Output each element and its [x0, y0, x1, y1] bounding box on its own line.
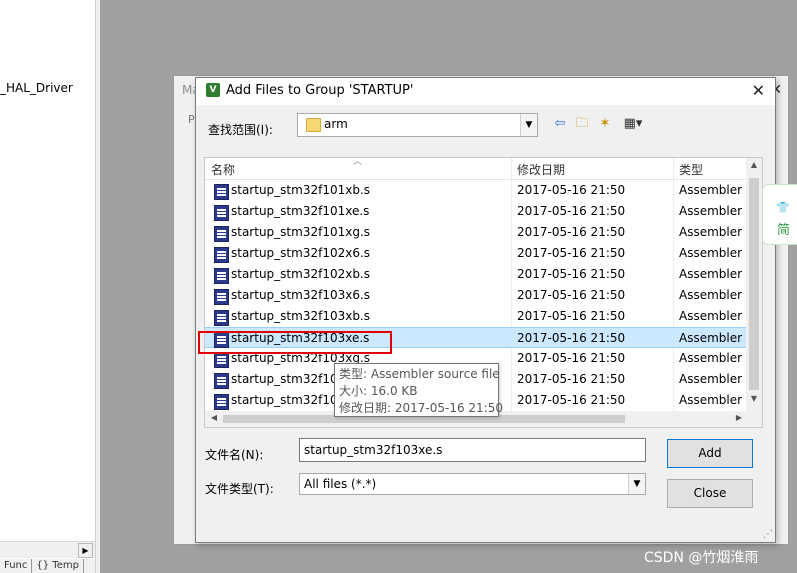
close-dialog-button[interactable]: Close	[667, 479, 753, 508]
chevron-down-icon[interactable]: ▼	[520, 114, 537, 136]
file-asm-icon	[214, 352, 229, 368]
back-icon[interactable]: ⇦	[551, 116, 569, 132]
resize-grip-icon[interactable]: ⋰	[763, 529, 773, 540]
file-date: 2017-05-16 21:50	[517, 246, 626, 260]
scrollbar-thumb[interactable]	[749, 178, 759, 390]
project-panel: _HAL_Driver ▶ Func{} Temp	[0, 0, 96, 573]
file-asm-icon	[214, 394, 229, 410]
look-in-label: 查找范围(I):	[208, 123, 273, 137]
file-asm-icon	[214, 289, 229, 305]
file-type: Assembler s	[679, 225, 745, 239]
add-button[interactable]: Add	[667, 439, 753, 468]
file-type: Assembler s	[679, 331, 745, 345]
file-name: startup_stm32f101xg.s	[231, 225, 371, 239]
tooltip-size: 大小: 16.0 KB	[339, 384, 418, 398]
column-header-name[interactable]: 名称	[211, 161, 235, 178]
file-name: startup_stm32f101xb.s	[231, 183, 371, 197]
tab-templates[interactable]: {} Temp	[32, 559, 84, 573]
file-type-value: All files (*.*)	[304, 477, 377, 491]
file-type: Assembler s	[679, 204, 745, 218]
view-menu-icon[interactable]: ▦▾	[620, 116, 646, 132]
folder-icon	[306, 118, 321, 132]
scroll-right-icon[interactable]: ▶	[78, 543, 93, 558]
look-in-dropdown[interactable]: arm ▼	[297, 113, 538, 137]
file-date: 2017-05-16 21:50	[517, 204, 626, 218]
file-date: 2017-05-16 21:50	[517, 267, 626, 281]
chevron-down-icon[interactable]: ▼	[628, 474, 645, 494]
splitter[interactable]	[96, 0, 100, 573]
side-widget[interactable]: 👕 简	[762, 184, 797, 245]
column-header-type[interactable]: 类型	[679, 161, 703, 178]
file-name: startup_stm32f103xb.s	[231, 309, 371, 323]
file-row[interactable]: startup_stm32f101xe.s 2017-05-16 21:50 Ass…	[205, 201, 746, 222]
panel-tabs: Func{} Temp	[0, 559, 95, 573]
file-type-label: 文件类型(T):	[205, 482, 274, 496]
tooltip-modified: 修改日期: 2017-05-16 21:50	[339, 401, 503, 415]
file-row[interactable]: startup_stm32f103xb.s 2017-05-16 21:50 Ass…	[205, 306, 746, 327]
file-date: 2017-05-16 21:50	[517, 331, 626, 345]
file-date: 2017-05-16 21:50	[517, 372, 626, 386]
file-name-input[interactable]	[299, 438, 646, 462]
up-folder-icon[interactable]: 🗀	[573, 116, 591, 132]
file-row[interactable]: startup_stm32f101xb.s 2017-05-16 21:50 Ass…	[205, 180, 746, 201]
project-tree-item[interactable]: _HAL_Driver	[0, 81, 73, 95]
dialog-title: Add Files to Group 'STARTUP'	[226, 83, 414, 98]
file-type: Assembler s	[679, 393, 745, 407]
add-files-dialog: V Add Files to Group 'STARTUP' ✕ 查找范围(I)…	[195, 77, 776, 543]
close-icon[interactable]: ✕	[752, 81, 765, 100]
file-type: Assembler s	[679, 183, 745, 197]
shirt-icon: 👕	[776, 201, 790, 214]
side-widget-label: 简	[777, 223, 791, 238]
file-date: 2017-05-16 21:50	[517, 225, 626, 239]
scroll-right-icon[interactable]: ▶	[732, 413, 746, 425]
file-asm-icon	[214, 373, 229, 389]
horizontal-scrollbar[interactable]: ▶	[0, 541, 95, 558]
file-type: Assembler s	[679, 351, 745, 365]
scroll-down-icon[interactable]: ▼	[746, 394, 762, 408]
sort-indicator-icon: ︿	[353, 157, 363, 167]
file-name: startup_stm32f101xe.s	[231, 204, 370, 218]
file-type: Assembler s	[679, 372, 745, 386]
file-asm-icon	[214, 247, 229, 263]
file-name: startup_stm32f103x6.s	[231, 288, 371, 302]
file-type-dropdown[interactable]: All files (*.*) ▼	[299, 473, 646, 495]
file-asm-icon	[214, 226, 229, 242]
file-date: 2017-05-16 21:50	[517, 288, 626, 302]
close-button[interactable]: ✕	[752, 81, 765, 100]
scroll-up-icon[interactable]: ▲	[746, 160, 762, 174]
file-asm-icon	[214, 184, 229, 200]
highlight-box	[198, 331, 392, 354]
file-name: startup_stm32f102x6.s	[231, 246, 371, 260]
file-type: Assembler s	[679, 246, 745, 260]
title-bar[interactable]: V Add Files to Group 'STARTUP' ✕	[196, 78, 775, 105]
file-date: 2017-05-16 21:50	[517, 183, 626, 197]
file-row[interactable]: startup_stm32f103x6.s 2017-05-16 21:50 Ass…	[205, 285, 746, 306]
tab-functions[interactable]: Func	[0, 559, 33, 573]
watermark: CSDN @竹烟淮雨	[644, 550, 759, 566]
file-type: Assembler s	[679, 267, 745, 281]
file-row[interactable]: startup_stm32f102x6.s 2017-05-16 21:50 Ass…	[205, 243, 746, 264]
file-name: startup_stm32f102xb.s	[231, 267, 371, 281]
vertical-scrollbar[interactable]: ▲ ▼	[746, 158, 762, 411]
file-type: Assembler s	[679, 288, 745, 302]
tooltip-type: 类型: Assembler source file	[339, 367, 500, 381]
column-header-date[interactable]: 修改日期	[517, 161, 565, 178]
scroll-left-icon[interactable]: ◀	[207, 413, 221, 425]
file-row[interactable]: startup_stm32f101xg.s 2017-05-16 21:50 Ass…	[205, 222, 746, 243]
file-date: 2017-05-16 21:50	[517, 351, 626, 365]
look-in-value: arm	[324, 117, 348, 131]
file-asm-icon	[214, 205, 229, 221]
file-asm-icon	[214, 310, 229, 326]
file-asm-icon	[214, 268, 229, 284]
file-date: 2017-05-16 21:50	[517, 393, 626, 407]
new-folder-icon[interactable]: ✶	[596, 116, 614, 132]
file-row[interactable]: startup_stm32f102xb.s 2017-05-16 21:50 Ass…	[205, 264, 746, 285]
list-header: ︿ 名称 修改日期 类型	[205, 158, 746, 180]
file-date: 2017-05-16 21:50	[517, 309, 626, 323]
keil-app-icon: V	[206, 83, 220, 97]
file-tooltip: 类型: Assembler source file 大小: 16.0 KB 修改…	[334, 363, 503, 417]
file-type: Assembler s	[679, 309, 745, 323]
file-name-label: 文件名(N):	[205, 448, 264, 462]
